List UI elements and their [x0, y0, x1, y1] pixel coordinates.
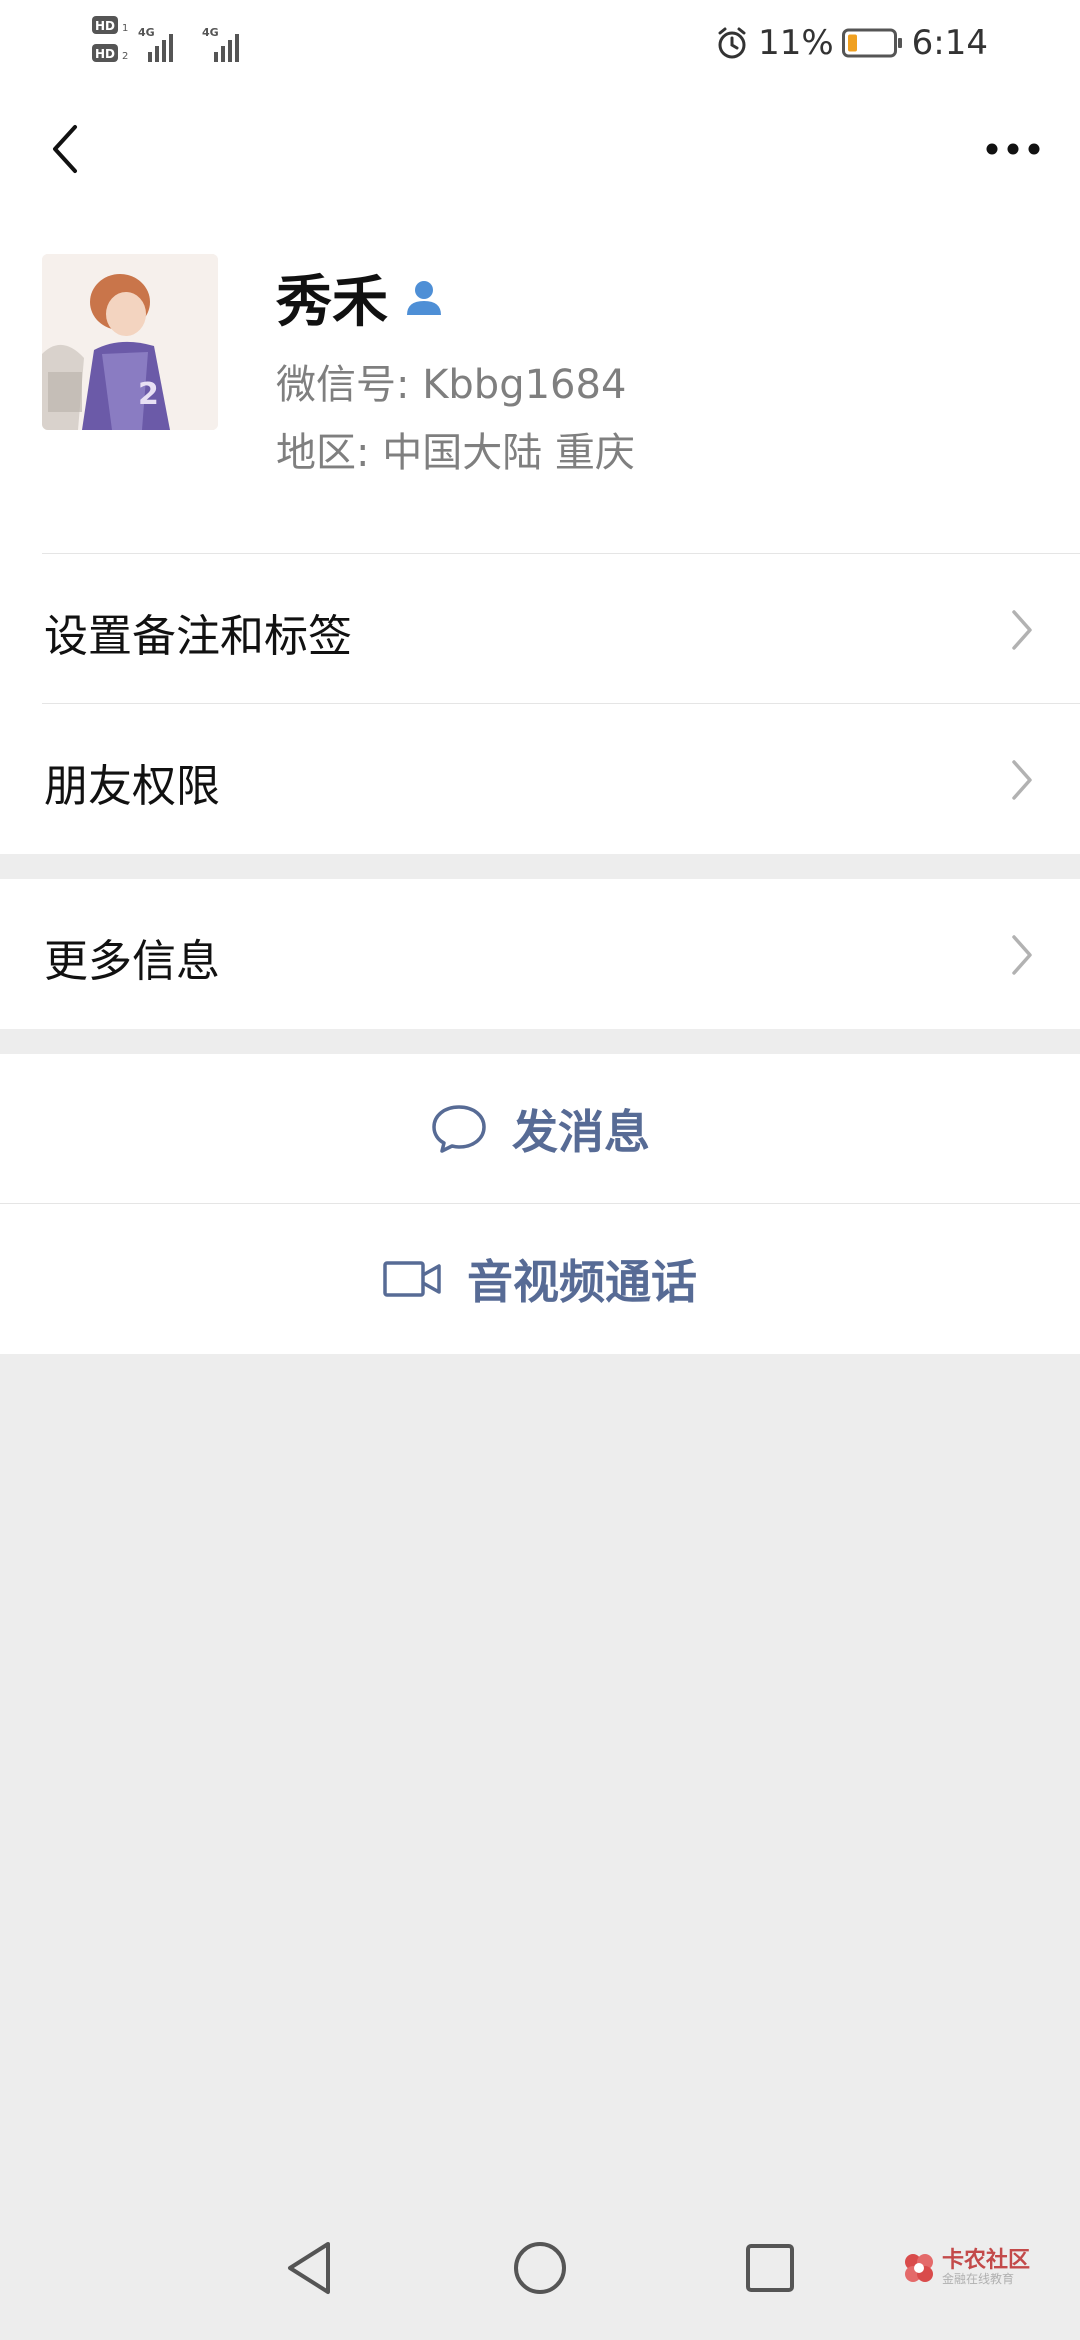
chevron-right-icon: [1012, 610, 1032, 650]
region: 地区: 中国大陆 重庆: [276, 430, 635, 476]
battery-percent: 11%: [758, 23, 834, 63]
status-time: 6:14: [911, 23, 988, 63]
wechat-id: 微信号: Kbbg1684: [276, 362, 627, 408]
signal-icon: HD 1 HD 2 4G 4G: [92, 16, 239, 62]
watermark: 卡农社区 金融在线教育: [902, 2250, 1030, 2286]
nav-bar: [0, 84, 1080, 214]
cell-friend-permissions[interactable]: 朋友权限: [0, 704, 1080, 854]
chat-bubble-icon: [432, 1105, 486, 1153]
square-recents-icon: [746, 2244, 794, 2292]
avatar-illustration-icon: 2: [42, 254, 218, 430]
watermark-title: 卡农社区: [942, 2248, 1031, 2273]
svg-text:HD: HD: [95, 19, 115, 33]
back-chevron-icon: [53, 125, 77, 173]
svg-text:HD: HD: [95, 47, 115, 61]
cell-label: 设置备注和标签: [44, 611, 352, 662]
video-call-label: 音视频通话: [467, 1255, 697, 1309]
watermark-text: 卡农社区 金融在线教育: [942, 2248, 1031, 2287]
chevron-right-icon: [1012, 935, 1032, 975]
name-row: 秀禾: [276, 262, 444, 335]
send-message-label: 发消息: [512, 1105, 650, 1159]
video-call-button[interactable]: 音视频通话: [0, 1204, 1080, 1354]
watermark-subtitle: 金融在线教育: [942, 2272, 1015, 2286]
cell-label: 更多信息: [44, 936, 220, 987]
cell-more-info[interactable]: 更多信息: [0, 879, 1080, 1029]
triangle-back-icon: [288, 2242, 330, 2294]
send-message-button[interactable]: 发消息: [0, 1054, 1080, 1204]
cell-label: 朋友权限: [44, 761, 220, 812]
chevron-right-icon: [1012, 760, 1032, 800]
status-right: 11% 6:14: [714, 18, 988, 68]
svg-text:1: 1: [122, 23, 128, 34]
more-dots-icon: [986, 143, 1040, 155]
avatar[interactable]: 2: [42, 254, 218, 430]
profile-card: 2 秀禾 微信号: Kbbg1684 地区: 中国大陆 重庆: [0, 214, 1080, 554]
svg-text:4G: 4G: [202, 26, 219, 39]
watermark-logo-icon: [905, 2254, 933, 2283]
svg-text:4G: 4G: [138, 26, 155, 39]
back-button[interactable]: [30, 114, 100, 184]
more-button[interactable]: [968, 114, 1058, 184]
circle-home-icon: [514, 2242, 566, 2294]
battery-icon: [841, 28, 902, 58]
system-recents-button[interactable]: [730, 2228, 810, 2308]
cell-remark-tags[interactable]: 设置备注和标签: [0, 554, 1080, 704]
contact-person-icon: [407, 281, 441, 315]
svg-text:2: 2: [122, 51, 128, 62]
video-camera-icon: [383, 1261, 441, 1297]
contact-name: 秀禾: [276, 269, 388, 335]
alarm-icon: [718, 27, 746, 59]
status-bar: HD 1 HD 2 4G 4G 11% 6:14: [0, 0, 1080, 84]
system-back-button[interactable]: [270, 2228, 350, 2308]
signal-indicators: HD 1 HD 2 4G 4G: [92, 14, 262, 70]
svg-text:2: 2: [138, 377, 159, 412]
system-home-button[interactable]: [500, 2228, 580, 2308]
